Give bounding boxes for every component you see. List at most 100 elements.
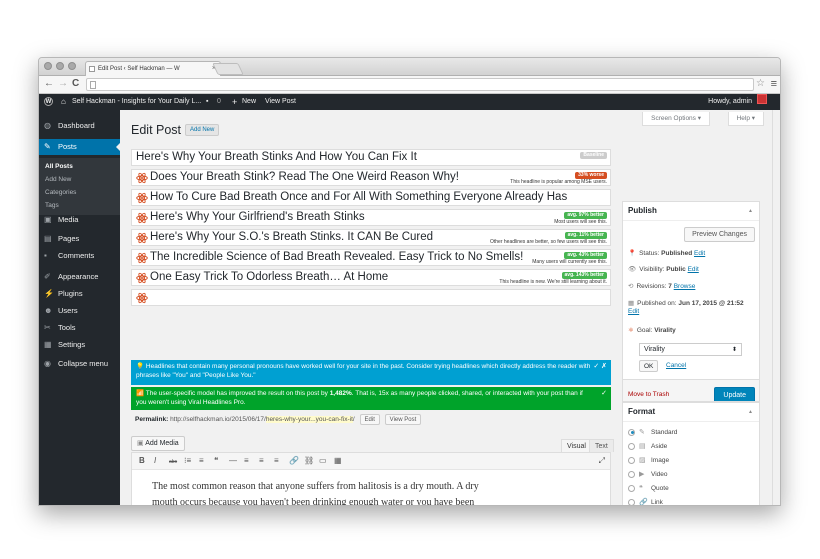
edit-status-link[interactable]: Edit	[694, 250, 705, 257]
help-button[interactable]: Help ▾	[727, 112, 764, 126]
sidebar-item-posts[interactable]: ✎ Posts	[39, 139, 120, 155]
preview-changes-button[interactable]: Preview Changes	[684, 227, 755, 242]
bookmark-star-icon[interactable]: ☆	[756, 78, 765, 89]
post-content[interactable]: The most common reason that anyone suffe…	[152, 479, 492, 505]
radio-button[interactable]	[628, 498, 635, 505]
wordpress-logo-icon[interactable]: W	[44, 97, 53, 106]
howdy-user-link[interactable]: Howdy, admin	[708, 94, 752, 110]
comments-count[interactable]: 0	[217, 94, 221, 110]
submenu-all-posts[interactable]: All Posts	[45, 163, 73, 170]
avatar[interactable]	[757, 94, 767, 104]
edit-visibility-link[interactable]: Edit	[688, 266, 699, 273]
reload-icon[interactable]: C	[72, 78, 79, 89]
view-post-link[interactable]: View Post	[265, 94, 296, 110]
bulleted-list-icon[interactable]: ⁝≡	[184, 456, 191, 465]
format-box-panel: Format ▲ ✎ Standard ▤ Aside ▨ Image ▶ Video ❝ Quot…	[622, 402, 760, 506]
strikethrough-icon[interactable]: abc	[169, 459, 177, 465]
visibility-value: Public	[666, 266, 686, 273]
goal-select[interactable]: Virality ⬍	[639, 343, 742, 356]
zoom-window-button[interactable]	[68, 62, 76, 70]
cancel-link[interactable]: Cancel	[666, 362, 686, 369]
read-more-icon[interactable]: ▭	[319, 456, 327, 465]
tip-dismiss-icons[interactable]: ✓ ✗	[593, 362, 607, 371]
format-option-aside[interactable]: ▤ Aside	[628, 442, 667, 450]
ok-button[interactable]: OK	[639, 360, 659, 372]
minimize-window-button[interactable]	[56, 62, 64, 70]
result-dismiss-icon[interactable]: ✓	[601, 389, 607, 398]
move-to-trash-link[interactable]: Move to Trash	[628, 391, 669, 398]
sidebar-item-users[interactable]: ☻ Users	[39, 303, 120, 319]
visual-tab[interactable]: Visual	[561, 439, 592, 452]
screen-options-button[interactable]: Screen Options ▾	[642, 112, 710, 126]
sidebar-item-collapse-menu[interactable]: ◉ Collapse menu	[39, 356, 120, 372]
align-center-icon[interactable]: ≡	[259, 456, 264, 465]
sidebar-item-settings[interactable]: ▦ Settings	[39, 337, 120, 353]
bold-icon[interactable]: B	[139, 456, 145, 465]
text-tab[interactable]: Text	[589, 439, 614, 452]
numbered-list-icon[interactable]: ≡	[199, 456, 204, 465]
close-window-button[interactable]	[44, 62, 52, 70]
add-new-button[interactable]: Add New	[185, 124, 220, 136]
publish-box-header[interactable]: Publish ▲	[623, 202, 759, 221]
back-icon[interactable]: ←	[44, 78, 54, 89]
new-tab-button[interactable]	[212, 63, 244, 75]
radio-button[interactable]	[628, 484, 635, 492]
align-left-icon[interactable]: ≡	[244, 456, 249, 465]
view-post-button[interactable]: View Post	[384, 414, 422, 425]
italic-icon[interactable]: I	[154, 456, 156, 465]
format-option-standard[interactable]: ✎ Standard	[628, 428, 677, 436]
format-option-quote[interactable]: ❝ Quote	[628, 484, 669, 492]
collapse-arrow-icon[interactable]: ▲	[748, 403, 753, 421]
format-box-header[interactable]: Format ▲	[623, 403, 759, 422]
browser-menu-icon[interactable]: ≡	[771, 78, 777, 90]
radio-button[interactable]	[628, 470, 635, 478]
sidebar-item-tools[interactable]: ✂ Tools	[39, 320, 120, 336]
performance-badge: avg. 43% better	[564, 252, 607, 259]
toolbar-toggle-icon[interactable]: ▦	[334, 456, 342, 465]
page-title: Edit Post	[131, 123, 182, 137]
new-content-link[interactable]: New	[242, 94, 256, 110]
radio-button[interactable]	[628, 442, 635, 450]
headline-variant-input[interactable]	[131, 289, 611, 306]
edit-date-link[interactable]: Edit	[628, 308, 639, 315]
headline-variant-input[interactable]: Does Your Breath Stink? Read The One Wei…	[131, 169, 611, 186]
sidebar-item-dashboard[interactable]: ◍ Dashboard	[39, 118, 120, 134]
submenu-categories[interactable]: Categories	[45, 189, 76, 196]
headline-variant-input[interactable]: Here's Why Your Girlfriend's Breath Stin…	[131, 209, 611, 226]
headline-variant-input[interactable]: The Incredible Science of Bad Breath Rev…	[131, 249, 611, 266]
site-name-link[interactable]: Self Hackman - Insights for Your Daily L…	[72, 94, 201, 110]
blockquote-icon[interactable]: ❝	[214, 456, 218, 465]
forward-icon[interactable]: →	[58, 78, 68, 89]
edit-permalink-button[interactable]: Edit	[359, 414, 380, 425]
submenu-tags[interactable]: Tags	[45, 202, 59, 209]
sidebar-item-plugins[interactable]: ⚡ Plugins	[39, 286, 120, 302]
radio-button[interactable]	[628, 456, 635, 464]
browse-revisions-link[interactable]: Browse	[674, 283, 696, 290]
format-option-image[interactable]: ▨ Image	[628, 456, 669, 464]
add-media-button[interactable]: ▣ Add Media	[131, 436, 185, 451]
headline-variant-input[interactable]: Here's Why Your S.O.'s Breath Stinks. It…	[131, 229, 611, 246]
radio-button[interactable]	[628, 428, 635, 436]
calendar-icon: ▦	[628, 300, 635, 307]
headline-variant-input[interactable]: One Easy Trick To Odorless Breath… At Ho…	[131, 269, 611, 286]
headline-variant-input[interactable]: How To Cure Bad Breath Once and For All …	[131, 189, 611, 206]
link-icon[interactable]: 🔗	[289, 456, 299, 465]
unlink-icon[interactable]: ⛓	[304, 456, 314, 465]
browser-tab[interactable]: Edit Post ‹ Self Hackman — W ×	[85, 61, 221, 76]
sidebar-item-comments[interactable]: ▪ Comments	[39, 248, 120, 264]
permalink-slug[interactable]: heres-why-your...you-can-fix-it	[265, 416, 353, 423]
sidebar-item-appearance[interactable]: ✐ Appearance	[39, 269, 120, 285]
collapse-arrow-icon[interactable]: ▲	[748, 202, 753, 220]
headline-baseline-input[interactable]: Here's Why Your Breath Stinks And How Yo…	[131, 149, 611, 166]
url-input[interactable]	[86, 78, 754, 91]
sidebar-item-pages[interactable]: ▤ Pages	[39, 231, 120, 247]
link-icon: 🔗	[639, 499, 648, 506]
format-option-link[interactable]: 🔗 Link	[628, 498, 663, 506]
submenu-add-new[interactable]: Add New	[45, 176, 71, 183]
format-option-video[interactable]: ▶ Video	[628, 470, 668, 478]
horizontal-rule-icon[interactable]: —	[229, 456, 237, 465]
align-right-icon[interactable]: ≡	[274, 456, 279, 465]
appearance-icon: ✐	[44, 272, 51, 281]
fullscreen-icon[interactable]: ⤢	[599, 456, 605, 466]
page-scrollbar[interactable]	[772, 110, 780, 505]
